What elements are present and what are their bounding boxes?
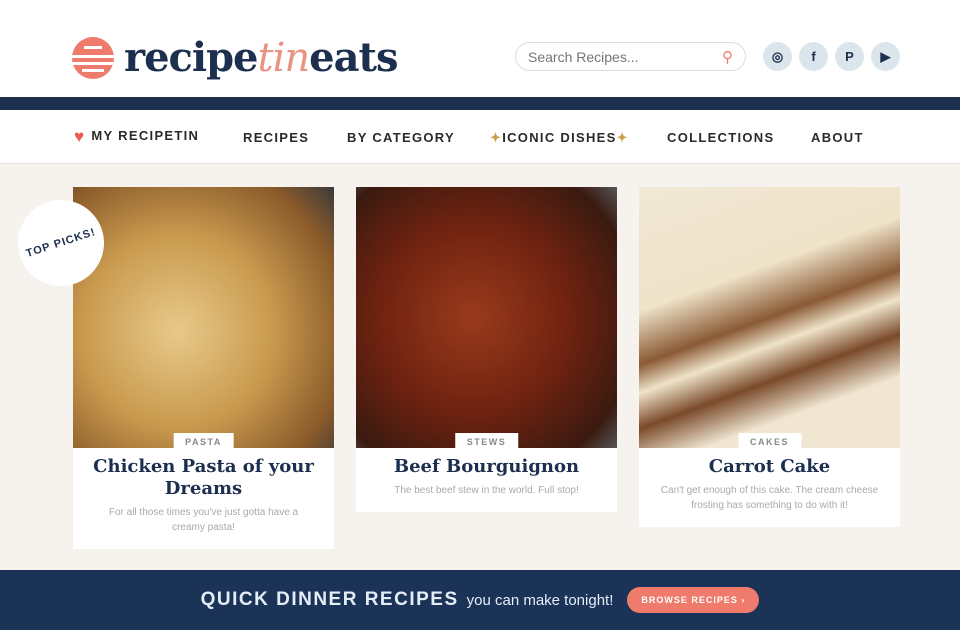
instagram-icon[interactable]: ◎: [763, 42, 792, 71]
recipe-description: The best beef stew in the world. Full st…: [394, 485, 579, 496]
logo-text: recipetineats: [124, 34, 399, 81]
recipe-description: Can't get enough of this cake. The cream…: [660, 485, 879, 511]
pinterest-icon[interactable]: P: [835, 42, 864, 71]
category-tag[interactable]: CAKES: [737, 433, 802, 448]
recipe-title[interactable]: Chicken Pasta of your Dreams: [73, 448, 334, 500]
recipe-card[interactable]: CAKES Carrot Cake Can't get enough of th…: [639, 187, 900, 527]
search-box[interactable]: ⚲: [515, 42, 746, 71]
nav-label: MY RECIPETIN: [91, 128, 200, 143]
recipe-card[interactable]: PASTA Chicken Pasta of your Dreams For a…: [73, 187, 334, 549]
nav-recipes[interactable]: RECIPES: [243, 130, 309, 145]
quick-dinner-banner: QUICK DINNER RECIPES you can make tonigh…: [0, 570, 960, 630]
search-icon[interactable]: ⚲: [722, 48, 733, 66]
sparkle-icon: ✦: [490, 130, 503, 145]
sparkle-icon: ✦: [616, 130, 629, 145]
nav-my-recipetin[interactable]: ♥ MY RECIPETIN: [74, 127, 199, 147]
category-tag[interactable]: PASTA: [173, 433, 234, 448]
nav-by-category[interactable]: BY CATEGORY: [347, 130, 455, 145]
recipe-title[interactable]: Carrot Cake: [639, 448, 900, 478]
banner-title: QUICK DINNER RECIPES: [200, 589, 459, 610]
search-input[interactable]: [528, 48, 708, 65]
logo-icon: [72, 36, 114, 79]
recipe-image[interactable]: PASTA: [73, 187, 334, 448]
category-tag[interactable]: STEWS: [454, 433, 519, 448]
nav-collections[interactable]: COLLECTIONS: [667, 130, 774, 145]
nav-label: ICONIC DISHES: [502, 130, 617, 145]
nav-about[interactable]: ABOUT: [811, 130, 864, 145]
recipe-description: For all those times you've just gotta ha…: [108, 507, 299, 533]
nav-iconic-dishes[interactable]: ✦ICONIC DISHES✦: [490, 130, 629, 146]
banner-subtitle: you can make tonight!: [466, 591, 614, 609]
heart-icon: ♥: [74, 127, 86, 146]
youtube-icon[interactable]: ▶: [871, 42, 900, 71]
recipe-card[interactable]: STEWS Beef Bourguignon The best beef ste…: [356, 187, 617, 512]
footer-strip: [0, 630, 960, 640]
recipe-title[interactable]: Beef Bourguignon: [356, 448, 617, 478]
site-header: recipetineats ⚲ ◎ f P ▶: [0, 0, 960, 97]
main-nav: ♥ MY RECIPETIN RECIPES BY CATEGORY ✦ICONI…: [0, 110, 960, 164]
site-logo[interactable]: recipetineats: [72, 34, 399, 81]
recipe-image[interactable]: CAKES: [639, 187, 900, 448]
browse-recipes-button[interactable]: BROWSE RECIPES ›: [627, 587, 760, 613]
header-band: [0, 97, 960, 110]
facebook-icon[interactable]: f: [799, 42, 828, 71]
recipe-image[interactable]: STEWS: [356, 187, 617, 448]
